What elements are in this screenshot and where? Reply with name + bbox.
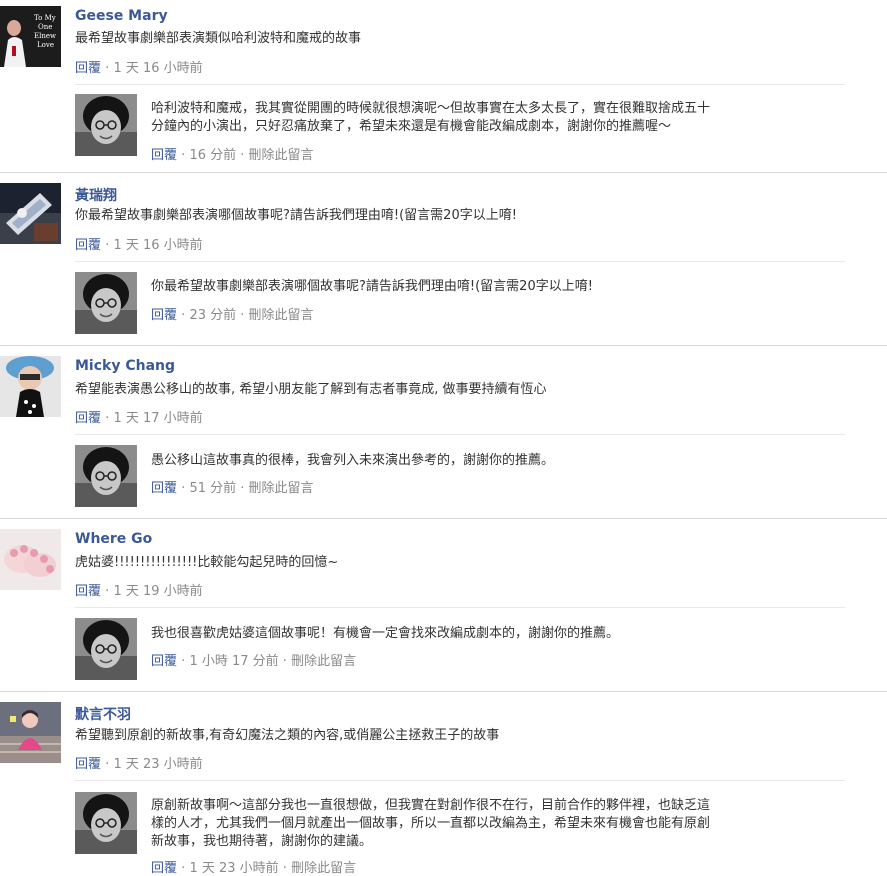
avatar[interactable] [0,702,61,763]
avatar[interactable] [75,94,137,156]
avatar[interactable] [75,792,137,854]
reply-link[interactable]: 回覆 [151,481,177,496]
reply-link[interactable]: 回覆 [75,238,101,253]
thread-divider [0,345,887,346]
reply-text: 新故事，我也期待著，謝謝你的建議。 [151,834,373,849]
reply-meta: 回覆 · 51 分前 · 刪除此留言 [151,477,314,496]
comment-time: 1 天 17 小時前 [113,411,203,426]
reply-text: 分鐘內的小演出，只好忍痛放棄了，希望未來還是有機會能改編成劇本，謝謝你的推薦喔～ [151,119,672,134]
comment-author[interactable]: Micky Chang [75,358,175,374]
svg-text:One: One [38,23,52,31]
avatar[interactable] [75,618,137,680]
comment-time: 1 天 19 小時前 [113,584,203,599]
reply-link[interactable]: 回覆 [75,61,101,76]
thread-divider [0,691,887,692]
delete-comment-link[interactable]: 刪除此留言 [291,654,356,669]
separator-dot: · [282,654,287,669]
reply-link[interactable]: 回覆 [151,308,177,323]
comment-author[interactable]: 默言不羽 [75,704,131,724]
reply-meta: 回覆 · 23 分前 · 刪除此留言 [151,304,314,323]
avatar[interactable] [75,445,137,507]
svg-text:Love: Love [37,41,54,49]
comment-meta: 回覆 · 1 天 17 小時前 [75,407,203,426]
separator-dot: · [181,148,186,163]
reply-text: 我也很喜歡虎姑婆這個故事呢！有機會一定會找來改編成劇本的，謝謝你的推薦。 [151,626,620,641]
reply-link[interactable]: 回覆 [75,411,101,426]
comment-author[interactable]: Geese Mary [75,8,168,24]
separator-dot: · [240,148,245,163]
svg-text:To My: To My [34,14,56,22]
comment-meta: 回覆 · 1 天 16 小時前 [75,234,203,253]
avatar[interactable] [0,183,61,244]
delete-comment-link[interactable]: 刪除此留言 [249,481,314,496]
reply-time: 23 分前 [189,308,237,323]
reply-text: 原創新故事啊～這部分我也一直很想做，但我實在對創作很不在行，目前合作的夥伴裡，也… [151,798,711,813]
reply-text: 你最希望故事劇樂部表演哪個故事呢?請告訴我們理由唷!(留言需20字以上唷! [151,279,593,294]
comment-text: 虎姑婆!!!!!!!!!!!!!!!!比較能勾起兒時的回憶~ [75,555,339,570]
reply-meta: 回覆 · 1 天 23 小時前 · 刪除此留言 [151,857,356,876]
comment-meta: 回覆 · 1 天 19 小時前 [75,580,203,599]
separator-dot: · [181,481,186,496]
reply-link[interactable]: 回覆 [75,757,101,772]
comment-text: 你最希望故事劇樂部表演哪個故事呢?請告訴我們理由唷!(留言需20字以上唷! [75,208,517,223]
separator-dot: · [105,757,110,772]
thread-divider [0,172,887,173]
reply-time: 16 分前 [189,148,237,163]
divider [75,434,845,435]
separator-dot: · [105,238,110,253]
avatar[interactable]: To My One Elnew Love [0,6,61,67]
reply-text: 樣的人才，尤其我們一個月就產出一個故事，所以一直都以改編為主，希望未來有機會也能… [151,816,711,831]
divider [75,84,845,85]
delete-comment-link[interactable]: 刪除此留言 [249,148,314,163]
divider [75,607,845,608]
reply-link[interactable]: 回覆 [75,584,101,599]
separator-dot: · [105,411,110,426]
reply-text: 愚公移山這故事真的很棒，我會列入未來演出參考的，謝謝你的推薦。 [151,453,555,468]
comment-text: 希望聽到原創的新故事,有奇幻魔法之類的內容,或俏麗公主拯救王子的故事 [75,728,500,743]
comment-meta: 回覆 · 1 天 16 小時前 [75,57,203,76]
comment-time: 1 天 23 小時前 [113,757,203,772]
comment-author[interactable]: 黃瑞翔 [75,185,117,205]
reply-time: 1 小時 17 分前 [189,654,279,669]
reply-text: 哈利波特和魔戒，我其實從開團的時候就很想演呢～但故事實在太多太長了，實在很難取捨… [151,101,711,116]
reply-meta: 回覆 · 16 分前 · 刪除此留言 [151,144,314,163]
comment-text: 希望能表演愚公移山的故事, 希望小朋友能了解到有志者事竟成, 做事要持續有恆心 [75,382,547,397]
reply-link[interactable]: 回覆 [151,148,177,163]
divider [75,261,845,262]
reply-time: 51 分前 [189,481,237,496]
avatar[interactable] [0,356,61,417]
separator-dot: · [181,308,186,323]
reply-link[interactable]: 回覆 [151,654,177,669]
separator-dot: · [105,584,110,599]
thread-divider [0,518,887,519]
avatar[interactable] [75,272,137,334]
separator-dot: · [105,61,110,76]
delete-comment-link[interactable]: 刪除此留言 [249,308,314,323]
comment-time: 1 天 16 小時前 [113,61,203,76]
comment-meta: 回覆 · 1 天 23 小時前 [75,753,203,772]
separator-dot: · [181,654,186,669]
avatar[interactable] [0,529,61,590]
divider [75,780,845,781]
comment-time: 1 天 16 小時前 [113,238,203,253]
comment-text: 最希望故事劇樂部表演類似哈利波特和魔戒的故事 [75,31,362,46]
reply-meta: 回覆 · 1 小時 17 分前 · 刪除此留言 [151,650,356,669]
separator-dot: · [240,308,245,323]
comment-author[interactable]: Where Go [75,531,152,547]
separator-dot: · [240,481,245,496]
svg-text:Elnew: Elnew [34,32,56,40]
